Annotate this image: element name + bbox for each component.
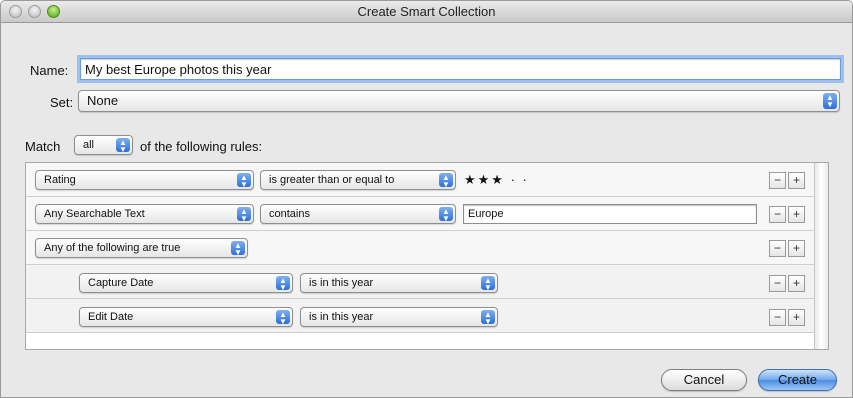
remove-rule-button[interactable]: − bbox=[769, 309, 786, 326]
create-button[interactable]: Create bbox=[758, 369, 837, 391]
popup-arrows-icon: ▲ ▼ bbox=[231, 241, 245, 257]
add-rule-button[interactable]: + bbox=[788, 240, 805, 257]
rule-operator-value: is in this year bbox=[309, 277, 374, 289]
popup-arrows-icon: ▲ ▼ bbox=[481, 276, 495, 292]
titlebar: Create Smart Collection bbox=[1, 1, 852, 23]
rule-field-popup[interactable]: Rating ▲ ▼ bbox=[35, 170, 254, 190]
rule-row-group: Any of the following are true ▲ ▼ − + bbox=[26, 231, 814, 265]
name-label: Name: bbox=[30, 63, 69, 78]
add-rule-button[interactable]: + bbox=[788, 206, 805, 223]
remove-rule-button[interactable]: − bbox=[769, 206, 786, 223]
rule-field-value: Rating bbox=[44, 174, 76, 186]
match-prefix-label: Match bbox=[25, 139, 61, 154]
name-field[interactable]: My best Europe photos this year bbox=[80, 58, 841, 80]
rule-group-popup[interactable]: Any of the following are true ▲ ▼ bbox=[35, 238, 248, 258]
popup-arrows-icon: ▲ ▼ bbox=[823, 93, 837, 109]
rule-operator-popup[interactable]: is in this year ▲ ▼ bbox=[300, 273, 498, 293]
rule-operator-value: is in this year bbox=[309, 311, 374, 323]
rule-operator-popup[interactable]: is in this year ▲ ▼ bbox=[300, 307, 498, 327]
add-rule-button[interactable]: + bbox=[788, 309, 805, 326]
match-suffix-label: of the following rules: bbox=[140, 139, 263, 154]
rules-list: Rating ▲ ▼ is greater than or equal to ▲ ▼… bbox=[25, 162, 829, 350]
rule-text-field[interactable]: Europe bbox=[463, 204, 757, 224]
popup-arrows-icon: ▲ ▼ bbox=[439, 173, 453, 189]
rule-row-edit-date: Edit Date ▲ ▼ is in this year ▲ ▼ − + bbox=[26, 299, 814, 333]
popup-arrows-icon: ▲ ▼ bbox=[116, 138, 130, 154]
rule-field-popup[interactable]: Edit Date ▲ ▼ bbox=[79, 307, 293, 327]
remove-rule-button[interactable]: − bbox=[769, 172, 786, 189]
popup-arrows-icon: ▲ ▼ bbox=[439, 207, 453, 223]
popup-arrows-icon: ▲ ▼ bbox=[237, 207, 251, 223]
popup-arrows-icon: ▲ ▼ bbox=[276, 276, 290, 292]
rule-operator-popup[interactable]: contains ▲ ▼ bbox=[260, 204, 456, 224]
remove-rule-button[interactable]: − bbox=[769, 240, 786, 257]
rule-field-value: Capture Date bbox=[88, 277, 154, 289]
set-label: Set: bbox=[50, 95, 74, 110]
popup-arrows-icon: ▲ ▼ bbox=[276, 310, 290, 326]
match-popup[interactable]: all ▲ ▼ bbox=[74, 135, 133, 155]
close-window-button[interactable] bbox=[9, 5, 22, 18]
remove-rule-button[interactable]: − bbox=[769, 275, 786, 292]
rule-row-rating: Rating ▲ ▼ is greater than or equal to ▲ ▼… bbox=[26, 163, 814, 197]
popup-arrows-icon: ▲ ▼ bbox=[481, 310, 495, 326]
rule-operator-value: is greater than or equal to bbox=[269, 174, 395, 186]
rules-scrollbar[interactable] bbox=[814, 163, 828, 349]
minimize-window-button[interactable] bbox=[28, 5, 41, 18]
add-rule-button[interactable]: + bbox=[788, 275, 805, 292]
rule-field-popup[interactable]: Capture Date ▲ ▼ bbox=[79, 273, 293, 293]
window-title: Create Smart Collection bbox=[357, 4, 496, 19]
rule-operator-value: contains bbox=[269, 208, 310, 220]
rule-row-searchable-text: Any Searchable Text ▲ ▼ contains ▲ ▼ Europ… bbox=[26, 197, 814, 231]
popup-arrows-icon: ▲ ▼ bbox=[237, 173, 251, 189]
rule-field-popup[interactable]: Any Searchable Text ▲ ▼ bbox=[35, 204, 254, 224]
rule-field-value: Any Searchable Text bbox=[44, 208, 145, 220]
zoom-window-button[interactable] bbox=[47, 5, 60, 18]
set-popup-value: None bbox=[87, 93, 119, 108]
rule-field-value: Any of the following are true bbox=[44, 242, 181, 254]
add-rule-button[interactable]: + bbox=[788, 172, 805, 189]
rating-stars-control[interactable]: ★★★ · · bbox=[464, 171, 529, 189]
set-popup[interactable]: None ▲ ▼ bbox=[78, 90, 840, 112]
match-popup-value: all bbox=[83, 139, 95, 151]
rule-field-value: Edit Date bbox=[88, 311, 134, 323]
rule-row-capture-date: Capture Date ▲ ▼ is in this year ▲ ▼ − + bbox=[26, 265, 814, 299]
cancel-button[interactable]: Cancel bbox=[661, 369, 747, 391]
rule-operator-popup[interactable]: is greater than or equal to ▲ ▼ bbox=[260, 170, 456, 190]
create-smart-collection-dialog: Create Smart Collection Name: My best Eu… bbox=[0, 0, 853, 398]
